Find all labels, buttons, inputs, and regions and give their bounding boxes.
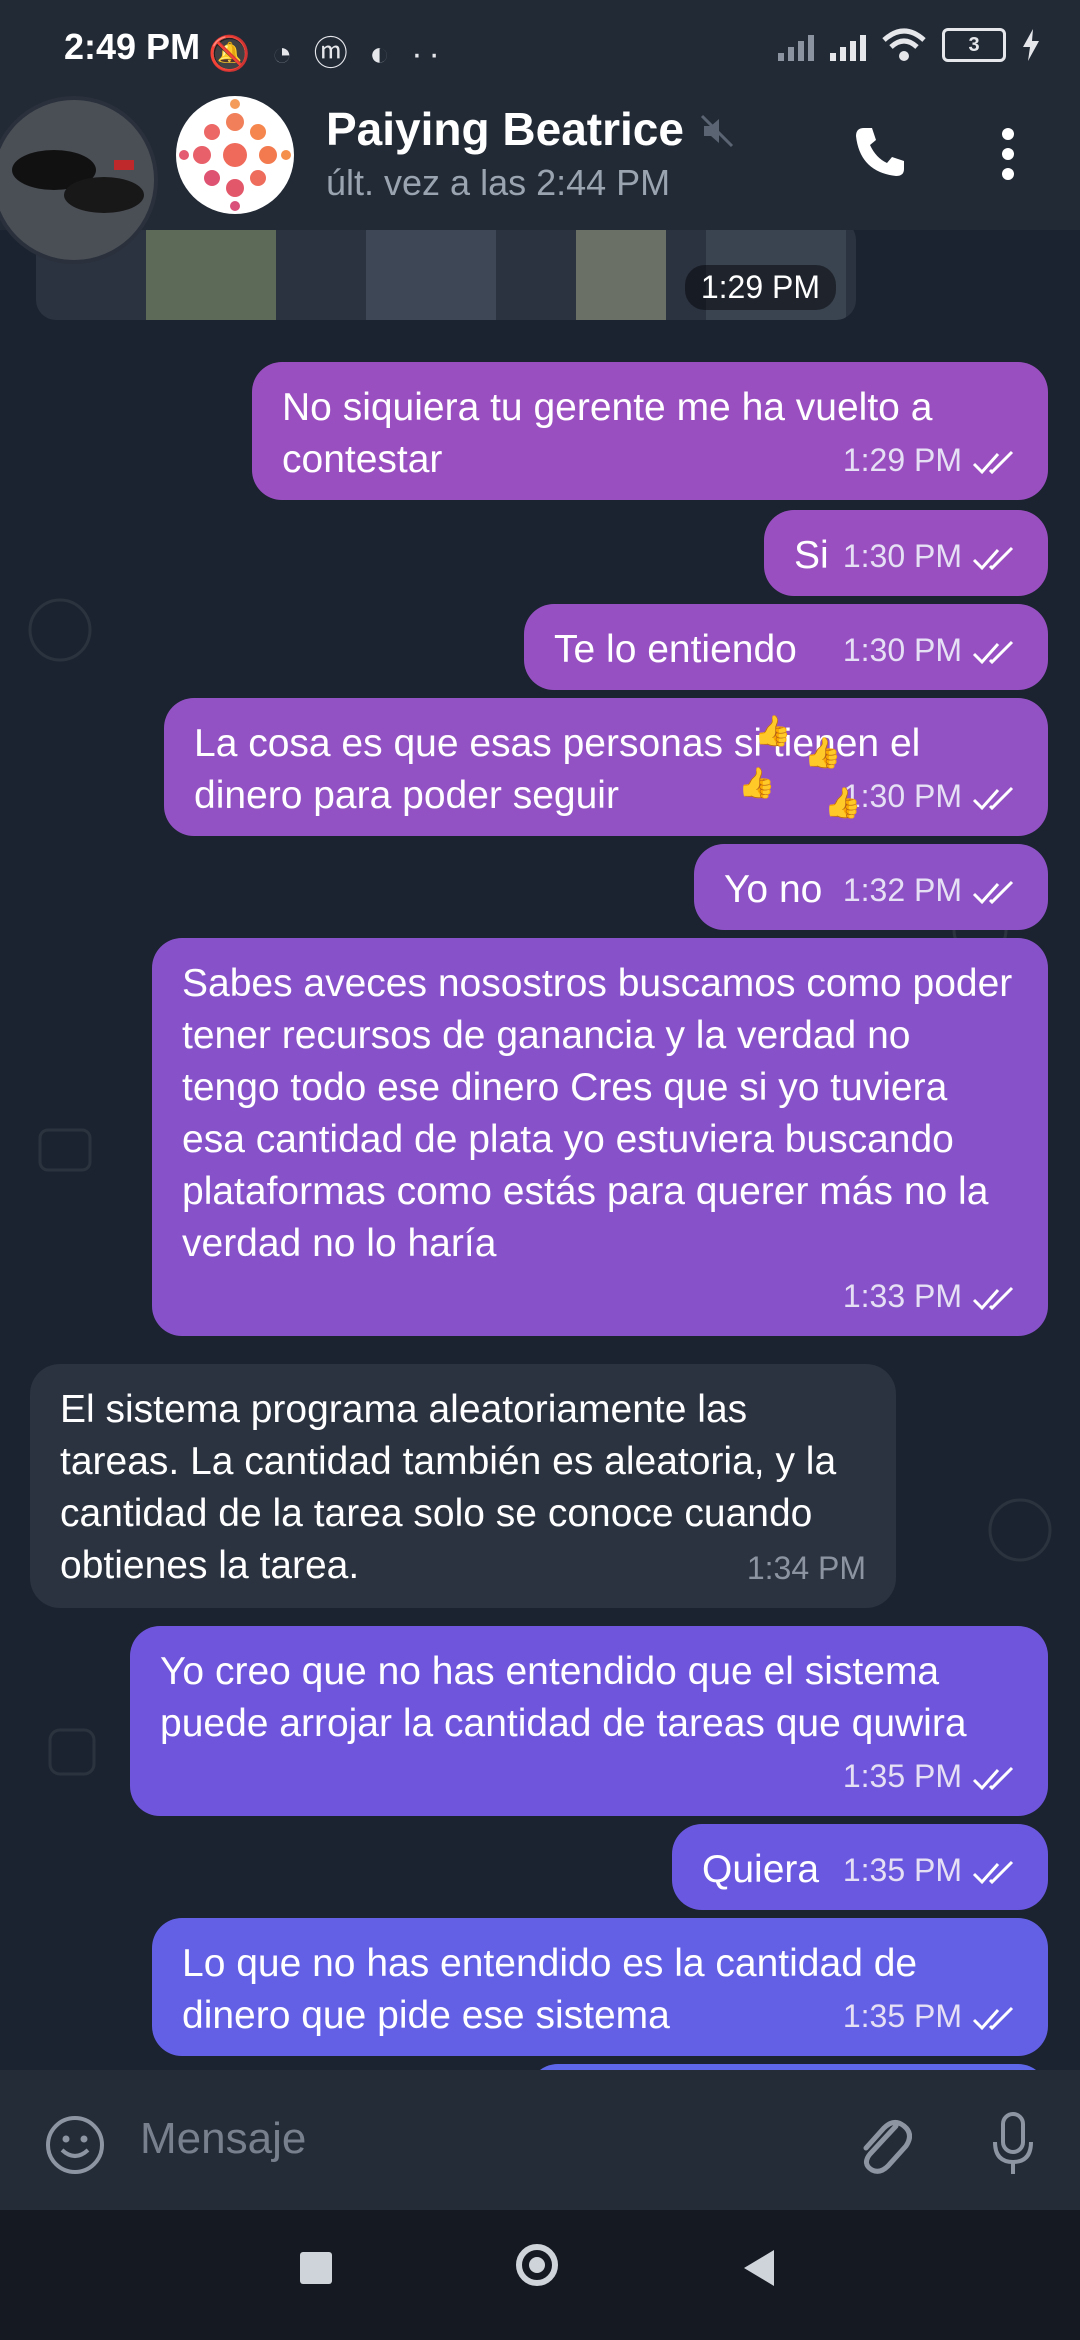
recents-button[interactable] [300,2252,332,2284]
message-time: 1:30 PM [842,632,962,668]
charging-icon [1023,29,1039,61]
message-time: 1:29 PM [842,442,962,478]
thumbs-up-reaction-icon: 👍 [804,737,842,770]
more-vert-icon[interactable] [1000,126,1016,182]
double-check-icon [972,786,1014,810]
message-bubble-outgoing[interactable]: Lo que no has entendido es la cantidad d… [152,1918,1048,2056]
status-bar: 2:49 PM 🔕 ◔ ⓜ ◐ ·· 3 [0,0,1080,92]
message-bubble-outgoing[interactable]: Yo creo que no has entendido que el sist… [130,1626,1048,1816]
message-meta: 1:33 PM [843,1270,1018,1322]
message-bubble-outgoing[interactable]: La cosa es que esas personas si tienen e… [164,698,1048,836]
double-check-icon [972,546,1014,570]
message-time: 1:35 PM [842,1758,962,1794]
double-check-icon [972,450,1014,474]
thumbs-up-reaction-icon: 👍 [738,767,776,800]
microphone-icon[interactable] [990,2110,1036,2180]
message-bubble-incoming[interactable]: El sistema programa aleatoriamente las t… [30,1364,896,1608]
message-bubble-outgoing[interactable]: Sabes aveces nosostros buscamos como pod… [152,938,1048,1336]
message-time: 1:30 PM [842,538,962,574]
message-bubble-outgoing[interactable]: Yo no 1:32 PM [694,844,1048,930]
signal-icon [778,29,814,61]
mute-icon [700,114,734,148]
back-button[interactable] [744,2250,774,2286]
signal-icon-2 [830,29,866,61]
message-meta: 1:30 PM [843,530,1018,582]
message-time: 1:32 PM [842,872,962,908]
home-button[interactable] [516,2244,558,2286]
last-seen-status: últ. vez a las 2:44 PM [326,162,671,203]
thumbs-up-reaction-icon: 👍 [754,715,792,748]
message-meta: 1:34 PM [747,1542,866,1594]
system-icons: 3 [778,28,1040,62]
image-thumbnail [366,230,496,320]
message-meta: 1:32 PM [843,864,1018,916]
message-meta: 1:30 PM [843,624,1018,676]
double-check-icon [972,880,1014,904]
message-input[interactable]: Mensaje [140,2114,306,2164]
image-thumbnail [576,230,666,320]
message-meta: 1:35 PM [843,1844,1018,1896]
double-check-icon [972,2006,1014,2030]
avatar-logo [179,99,291,211]
image-thumbnail [146,230,276,320]
emoji-icon[interactable] [44,2114,106,2176]
sunglasses-photo [0,100,154,260]
message-time: 1:35 PM [842,1852,962,1888]
status-time: 2:49 PM [64,26,201,67]
message-bubble-outgoing[interactable]: Te lo entiendo 1:30 PM [524,604,1048,690]
notification-icons: 🔕 ◔ ⓜ ◐ ·· [208,35,446,73]
message-meta: 1:29 PM [843,434,1018,486]
double-check-icon [972,1860,1014,1884]
wifi-icon [882,28,926,61]
battery-icon: 3 [942,28,1006,62]
chat-header: Paiying Beatrice últ. vez a las 2:44 PM [0,92,1080,230]
message-text: Yo creo que no has entendido que el sist… [160,1650,967,1745]
message-text: Sabes aveces nosostros buscamos como pod… [182,962,1013,1265]
double-check-icon [972,1766,1014,1790]
message-meta: 1:35 PM [843,1750,1018,1802]
double-check-icon [972,1286,1014,1310]
message-list[interactable]: 1:29 PM No siquiera tu gerente me ha vue… [0,230,1080,2070]
attach-icon[interactable] [852,2108,912,2178]
message-text: El sistema programa aleatoriamente las t… [60,1388,837,1587]
message-time: 1:35 PM [842,1998,962,2034]
thumbs-up-reaction-icon: 👍 [824,787,862,820]
message-composer: Mensaje [0,2070,1080,2210]
message-bubble-outgoing[interactable]: Quiera 1:35 PM [672,1824,1048,1910]
contact-name[interactable]: Paiying Beatrice [326,102,684,156]
message-meta: 1:30 PM [843,770,1018,822]
message-time: 1:34 PM [746,1550,866,1586]
phone-icon[interactable] [850,122,910,182]
contact-avatar[interactable] [176,96,294,214]
double-check-icon [972,640,1014,664]
message-meta: 1:35 PM [843,1990,1018,2042]
image-message[interactable]: 1:29 PM [36,230,856,320]
message-time: 1:33 PM [842,1278,962,1314]
message-bubble-outgoing[interactable]: Si 1:30 PM [764,510,1048,596]
image-message-time: 1:29 PM [684,265,836,310]
message-bubble-outgoing[interactable]: No siquiera tu gerente me ha vuelto a co… [252,362,1048,500]
system-navigation-bar [0,2210,1080,2340]
